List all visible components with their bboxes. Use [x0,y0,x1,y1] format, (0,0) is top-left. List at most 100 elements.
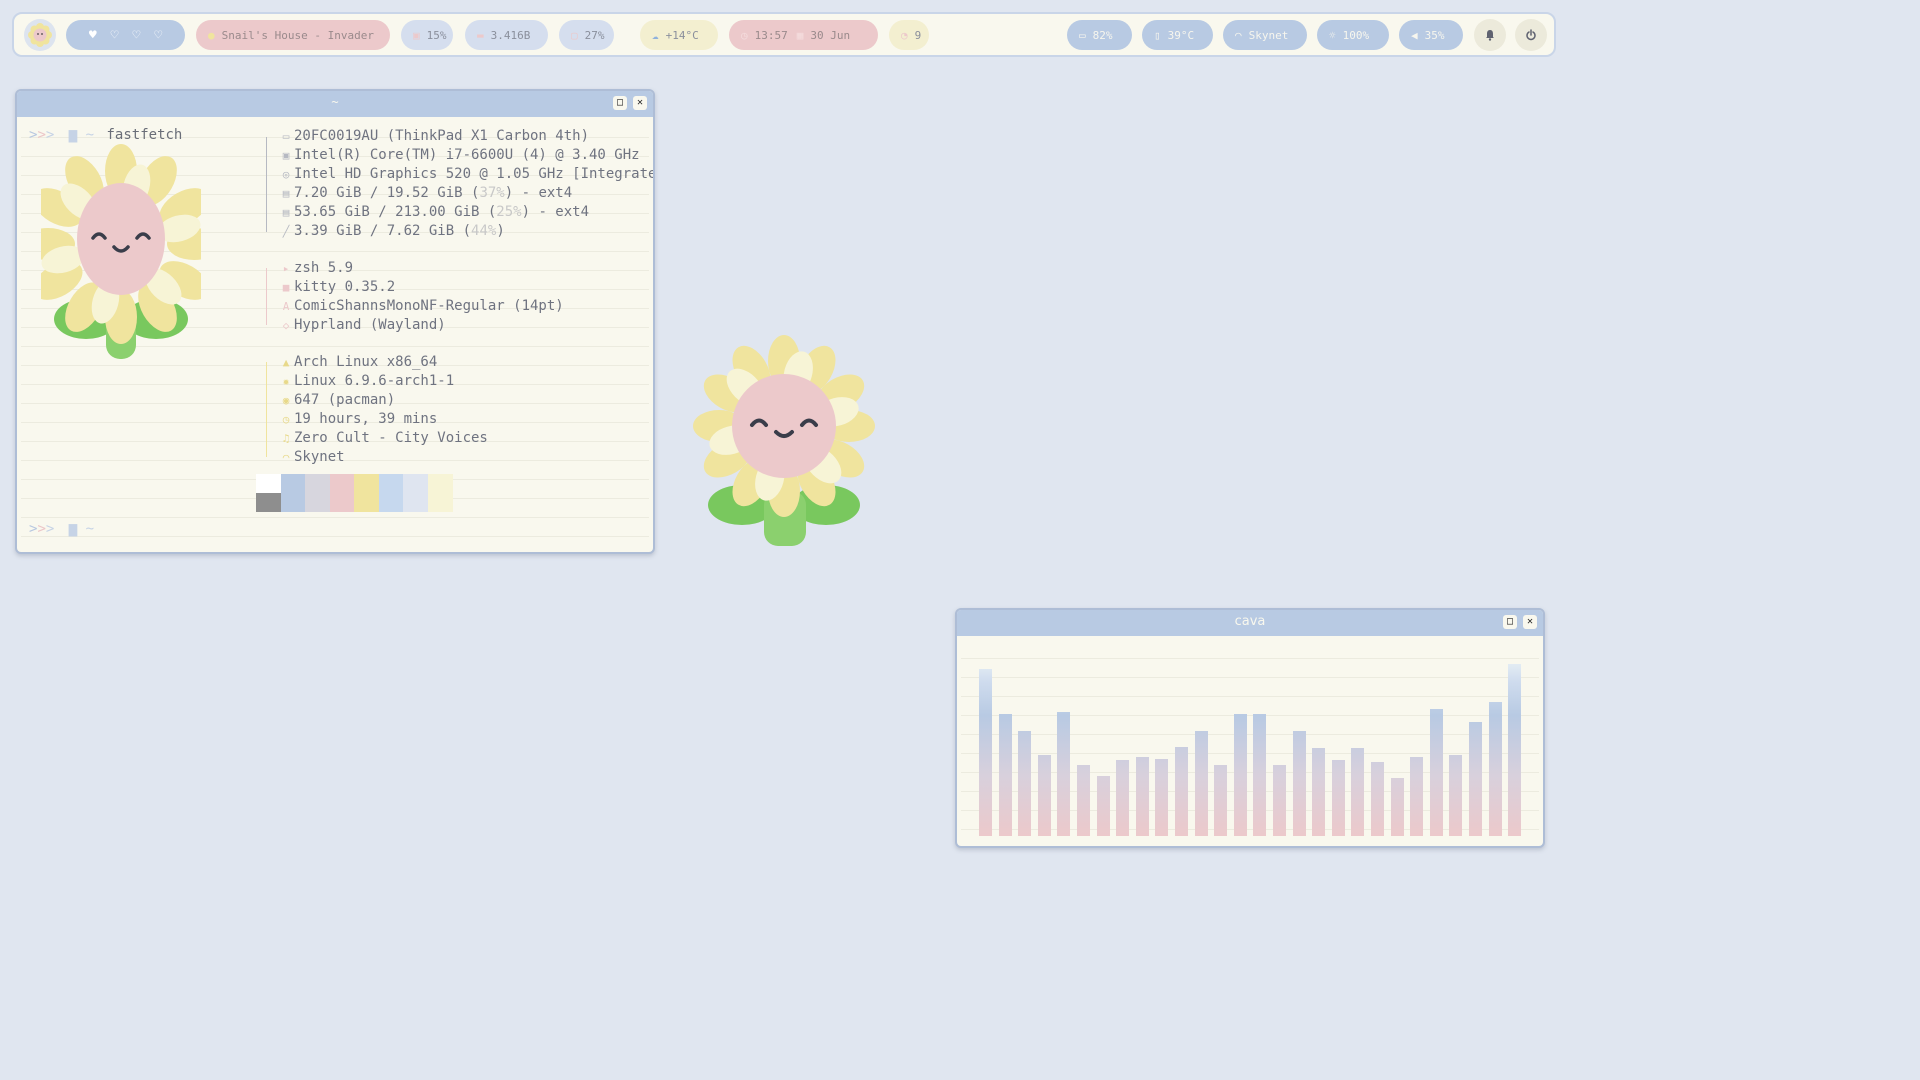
visualizer-bar [1116,760,1130,836]
terminal-window[interactable]: ~ □ ✕ >>> ▆ ~ fastfetch ▭ 20FC0019AU (Th… [15,89,655,554]
visualizer-bar [1077,765,1090,836]
palette-swatch [256,493,281,512]
updates-count: 9 [914,28,922,42]
close-button[interactable]: ✕ [633,96,647,110]
weather-pill[interactable]: ☁ +14°C [640,20,718,50]
clock-pill[interactable]: ◷ 13:57 ▦ 30 Jun [729,20,878,50]
cpu-pill[interactable]: ▣ 15% [401,20,453,50]
gear-icon: ✹ [282,375,290,388]
battery-level: 82% [1092,28,1113,42]
disk-usage: 27% [584,28,605,42]
disk-home-percent: 25% [496,204,522,220]
cava-window[interactable]: cava □ ✕ [955,608,1545,848]
notifications-button[interactable] [1474,19,1506,51]
folder-icon: ▆ [68,521,78,537]
palette-swatch [378,474,404,512]
palette-swatch [305,474,330,512]
window-title-pill[interactable]: ● Snail's House - Invader [196,20,390,50]
thermometer-icon: ▯ [1154,28,1161,42]
desktop-flower-icon [693,335,875,546]
top-bar: ♥ ♡ ♡ ♡ ● Snail's House - Invader ▣ 15% … [12,12,1556,57]
disk-icon: ▤ [282,206,290,219]
terminal-body[interactable]: >>> ▆ ~ fastfetch ▭ 20FC0019AU (ThinkPad… [21,119,653,548]
battery-pill[interactable]: ▭ 82% [1067,20,1132,50]
packages-line: ◉ 647 (pacman) [278,391,395,410]
disk-pill[interactable]: ▢ 27% [559,20,614,50]
prompt-dir-2: ~ [85,521,95,537]
pacman-icon: ◔ [901,28,908,42]
music-icon: ♫ [282,432,290,445]
os-info: Arch Linux x86_64 [294,354,438,370]
palette-swatch [354,474,379,512]
avatar[interactable] [24,19,56,51]
palette-swatch [329,474,355,512]
close-icon: ✕ [1526,616,1534,627]
maximize-button[interactable]: □ [613,96,627,110]
visualizer-bar [1390,778,1404,836]
cpu-usage: 15% [426,28,447,42]
kernel-line: ✹ Linux 6.9.6-arch1-1 [278,372,454,391]
prompt-command: fastfetch [106,127,183,143]
cloud-icon: ☁ [652,28,659,42]
visualizer-bar [1488,702,1502,836]
prompt-dir: ~ [85,127,95,143]
visualizer-bar [1155,759,1169,836]
clock-icon: ◷ [282,413,290,426]
disk-root-usage: 7.20 GiB / 19.52 GiB ( [294,185,480,201]
shell-info: zsh 5.9 [294,260,354,276]
host-line: ▭ 20FC0019AU (ThinkPad X1 Carbon 4th) [278,127,589,146]
wifi-icon: ◠ [1235,28,1242,42]
cava-body [961,640,1539,842]
terminal-line: ■ kitty 0.35.2 [278,278,395,297]
terminal-titlebar[interactable]: ~ □ ✕ [17,91,653,117]
weather-temp: +14°C [665,28,699,42]
visualizer-bar [1331,760,1345,836]
gpu-line: ◎ Intel HD Graphics 520 @ 1.05 GHz [Integ… [278,165,655,184]
cava-titlebar[interactable]: cava □ ✕ [957,610,1543,636]
visualizer [961,640,1539,836]
memory-pill[interactable]: ▬ 3.416B [465,20,548,50]
palette-swatch [427,474,453,512]
package-icon: ◉ [282,394,290,407]
flower-icon [28,23,52,47]
media-line: ♫ Zero Cult - City Voices [278,429,488,448]
brightness-pill[interactable]: ☼ 100% [1317,20,1389,50]
gpu-info: Intel HD Graphics 520 @ 1.05 GHz [Integr… [294,166,655,182]
visualizer-bar [1214,765,1228,836]
visualizer-bar [998,714,1012,836]
wm-info: Hyprland (Wayland) [294,317,446,333]
visualizer-bar [1175,747,1188,836]
os-line: ▲ Arch Linux x86_64 [278,353,438,372]
disk-home-fs: ) - ext4 [521,204,590,220]
volume-pill[interactable]: ◀ 35% [1399,20,1463,50]
font-line: A ComicShannsMonoNF-Regular (14pt) [278,297,564,316]
workspace-1[interactable]: ♥ [89,28,97,43]
workspace-4[interactable]: ♡ [154,28,162,43]
battery-icon: ▭ [1079,28,1086,42]
bell-icon [1486,30,1494,41]
power-button[interactable] [1515,19,1547,51]
close-button[interactable]: ✕ [1523,615,1537,629]
network-pill[interactable]: ◠ Skynet [1223,20,1307,50]
updates-pill[interactable]: ◔ 9 [889,20,929,50]
font-info: ComicShannsMonoNF-Regular (14pt) [294,298,564,314]
visualizer-bar [1096,776,1110,836]
hardware-tree [266,137,276,232]
wm-line: ◇ Hyprland (Wayland) [278,316,446,335]
shell-line: ▸ zsh 5.9 [278,259,353,278]
disk-icon: ▢ [571,28,578,42]
visualizer-bar [1351,748,1365,836]
temperature-value: 39°C [1167,28,1195,42]
maximize-button[interactable]: □ [1503,615,1517,629]
clock-icon: ◷ [741,28,748,42]
maximize-icon: □ [616,97,624,108]
font-icon: A [282,300,290,313]
visualizer-bar [1312,748,1326,836]
temperature-pill[interactable]: ▯ 39°C [1142,20,1213,50]
prompt-line-2: >>> ▆ ~ [29,521,95,537]
visualizer-bar [1233,714,1247,836]
visualizer-bar [1057,712,1071,836]
memory-usage: 3.39 GiB / 7.62 GiB ( [294,223,472,239]
workspace-3[interactable]: ♡ [133,28,141,43]
workspace-2[interactable]: ♡ [111,28,119,43]
